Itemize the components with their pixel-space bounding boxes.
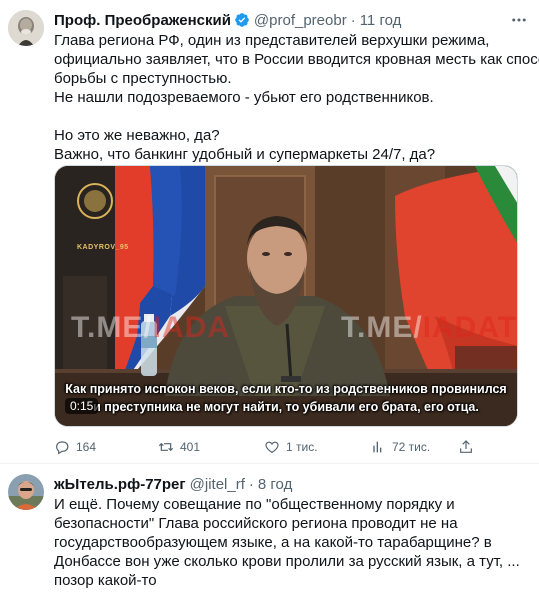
- tweet-text-blank-line: [54, 107, 527, 126]
- reply-text-line: безопасности" Глава российского региона …: [54, 515, 458, 532]
- reply-text-line: позор какой-то: [54, 572, 157, 589]
- reply-count: 164: [76, 440, 97, 454]
- tweet-actions: 164 401 1 тис. 72 тис.: [54, 437, 494, 457]
- like-count: 1 тис.: [286, 440, 318, 454]
- tweet-text-line: Важно, что банкинг удобный и супермаркет…: [54, 146, 436, 163]
- reply-text-line: И ещё. Почему совещание по "общественном…: [54, 496, 455, 513]
- separator-dot: ·: [248, 475, 254, 493]
- video-player[interactable]: KADYROV_95 T.ME/IADA T.ME/IADAT Как прин…: [54, 165, 518, 427]
- main-tweet[interactable]: Проф. Преображенский @prof_preobr · 11 г…: [0, 0, 539, 464]
- reply-text-line: государствообразующем языке, а на какой-…: [54, 534, 492, 551]
- watermark-left-accent: IADA: [152, 311, 231, 344]
- watermark-left-prefix: T.ME/: [71, 311, 153, 344]
- watermark-right-prefix: T.ME/: [341, 311, 423, 344]
- views-button[interactable]: 72 тис.: [370, 437, 430, 457]
- tweet-text-line: Но это же неважно, да?: [54, 127, 220, 144]
- reply-author-avatar[interactable]: [8, 474, 44, 510]
- retweet-icon: [158, 442, 174, 452]
- views-icon: [373, 441, 382, 453]
- tweet-text-line: Глава региона РФ, один из представителей…: [54, 32, 490, 49]
- share-button[interactable]: [458, 437, 474, 457]
- watermark-right-accent: IADAT: [422, 311, 518, 344]
- watermark-right: T.ME/IADAT: [341, 311, 517, 345]
- tweet-text-line: официально заявляет, что в России вводит…: [54, 51, 539, 68]
- tweet-text-line: борьбы с преступностью.: [54, 70, 232, 87]
- retweet-button[interactable]: 401: [158, 437, 200, 457]
- reply-time[interactable]: 8 год: [258, 476, 292, 493]
- views-count: 72 тис.: [392, 440, 431, 454]
- tweet-header: Проф. Преображенский @prof_preobr · 11 г…: [54, 10, 401, 30]
- reply-button[interactable]: 164: [54, 437, 96, 457]
- video-caption-line: и преступника не могут найти, то убивали…: [93, 400, 479, 414]
- share-icon: [460, 440, 472, 453]
- reply-tweet[interactable]: жЫтель.рф-77рег @jitel_rf · 8 год И ещё.…: [0, 464, 539, 595]
- author-avatar[interactable]: [8, 10, 44, 46]
- reply-text-line: Донбассе вон уже сколько крови пролили з…: [54, 553, 520, 570]
- tweet-text-line: Не нашли подозреваемого - убьют его родс…: [54, 89, 434, 106]
- reply-author-name[interactable]: жЫтель.рф-77рег: [54, 476, 186, 493]
- like-button[interactable]: 1 тис.: [264, 437, 318, 457]
- reply-icon: [56, 441, 69, 455]
- tweet-time[interactable]: 11 год: [360, 12, 402, 29]
- reply-header: жЫтель.рф-77рег @jitel_rf · 8 год: [54, 474, 292, 494]
- channel-logo-label: KADYROV_95: [77, 244, 129, 251]
- more-icon[interactable]: [509, 10, 529, 30]
- retweet-count: 401: [180, 440, 201, 454]
- author-handle[interactable]: @prof_preobr: [254, 12, 347, 29]
- tweet-text: Глава региона РФ, один из представителей…: [54, 31, 539, 164]
- watermark-left: T.ME/IADA: [71, 311, 230, 345]
- separator-dot: ·: [350, 11, 356, 29]
- verified-badge-icon: [234, 12, 250, 28]
- video-caption-line: Как принято испокон веков, если кто-то и…: [65, 382, 507, 396]
- reply-author-handle[interactable]: @jitel_rf: [190, 476, 245, 493]
- reply-text: И ещё. Почему совещание по "общественном…: [54, 495, 527, 590]
- like-icon: [265, 441, 279, 454]
- video-timestamp: 0:15: [65, 398, 99, 414]
- author-name[interactable]: Проф. Преображенский: [54, 12, 231, 29]
